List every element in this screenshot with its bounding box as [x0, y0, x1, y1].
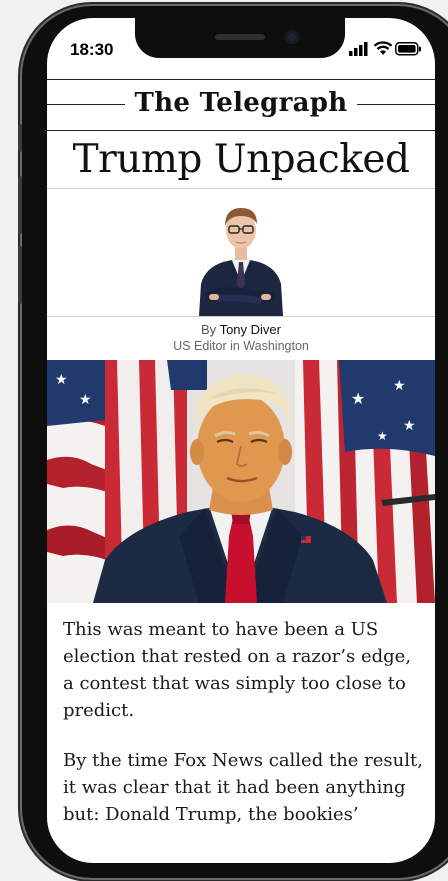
status-time: 18:30	[70, 40, 114, 59]
author-photo	[199, 208, 283, 316]
article-paragraph: By the time Fox News called the result, …	[63, 750, 423, 825]
flag-left: ★ ★	[47, 360, 109, 603]
author-role: US Editor in Washington	[173, 339, 309, 353]
svg-text:★: ★	[79, 391, 92, 407]
author-name[interactable]: Tony Diver	[220, 322, 281, 337]
author-divider	[47, 316, 435, 317]
status-icons	[349, 41, 421, 57]
masthead-top-rule	[47, 79, 435, 80]
hero-image: ★ ★ ★ ★ ★ ★	[47, 360, 435, 603]
svg-text:★: ★	[393, 377, 406, 393]
masthead-bottom-rule	[47, 130, 435, 131]
masthead-logo-text: The Telegraph	[124, 88, 358, 118]
front-camera	[285, 30, 299, 44]
newsletter-headline: Trump Unpacked	[72, 137, 410, 182]
byline-prefix: By	[201, 322, 217, 337]
masthead-logo[interactable]: The Telegraph	[47, 85, 435, 121]
battery-icon	[395, 42, 421, 56]
volume-up-button	[18, 176, 22, 234]
signal-icon	[349, 42, 368, 56]
phone-screen: 18:30 The Telegraph Trump Unpacked By To…	[47, 18, 435, 863]
svg-text:★: ★	[403, 417, 416, 433]
article-paragraph: This was meant to have been a US electio…	[63, 619, 412, 721]
svg-text:★: ★	[55, 371, 68, 387]
wifi-icon	[373, 41, 393, 55]
byline: By Tony Diver	[47, 321, 435, 338]
notch	[135, 18, 345, 58]
masthead: The Telegraph	[47, 85, 435, 121]
headline-divider	[47, 188, 435, 189]
article-body: This was meant to have been a US electio…	[63, 616, 423, 851]
mute-switch	[18, 124, 22, 152]
svg-text:★: ★	[351, 391, 365, 408]
speaker-grille	[215, 34, 265, 40]
svg-text:★: ★	[377, 429, 388, 443]
volume-down-button	[18, 246, 22, 304]
